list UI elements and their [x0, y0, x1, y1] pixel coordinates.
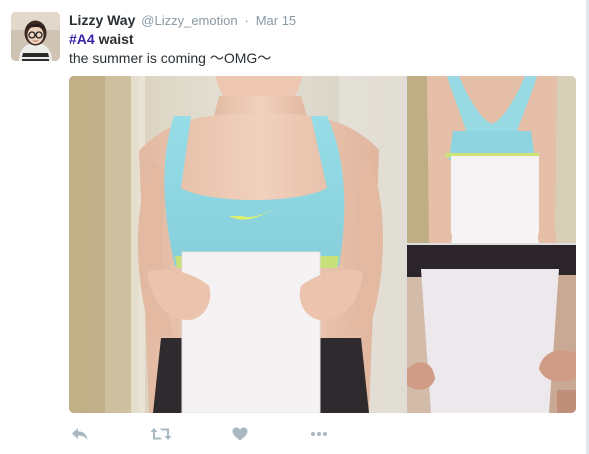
tweet-card: Lizzy Way @Lizzy_emotion · Mar 15 #A4 wa… [0, 0, 589, 454]
tweet-header: Lizzy Way @Lizzy_emotion · Mar 15 [69, 11, 296, 29]
tweet-text: #A4 waist the summer is coming ～OMG～ [69, 30, 569, 68]
avatar-image [11, 12, 60, 61]
photo-back[interactable] [407, 76, 576, 243]
tweet-text-line2: the summer is coming ～OMG～ [69, 50, 272, 66]
header-separator: · [244, 13, 249, 28]
tweet-timestamp[interactable]: Mar 15 [256, 13, 296, 28]
photo-closeup-image [407, 245, 576, 413]
tweet-actions [69, 424, 369, 444]
retweet-icon [150, 428, 172, 440]
media-grid [69, 76, 576, 413]
photo-closeup[interactable] [407, 245, 576, 413]
hashtag-link[interactable]: #A4 [69, 31, 95, 47]
more-icon [311, 432, 327, 436]
like-button[interactable] [232, 424, 248, 444]
reply-button[interactable] [71, 424, 89, 444]
more-button[interactable] [310, 424, 328, 444]
author-fullname[interactable]: Lizzy Way [69, 12, 135, 28]
heart-icon [232, 427, 248, 441]
reply-icon [72, 428, 88, 440]
avatar[interactable] [11, 12, 60, 61]
photo-back-image [407, 76, 576, 243]
retweet-button[interactable] [150, 424, 172, 444]
tweet-text-line1: waist [94, 31, 134, 47]
author-username[interactable]: @Lizzy_emotion [141, 13, 237, 28]
photo-main[interactable] [69, 76, 405, 413]
photo-main-image [69, 76, 405, 413]
